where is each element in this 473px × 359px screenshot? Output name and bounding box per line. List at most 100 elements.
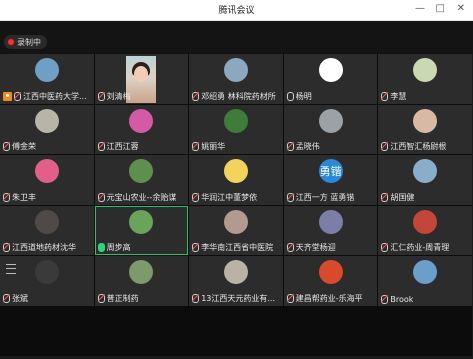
mic-muted-icon	[286, 192, 294, 202]
participant-name: 胡国健	[390, 192, 415, 202]
participant-label: 杨明	[286, 91, 376, 102]
participant-tile[interactable]: 周步高	[94, 205, 189, 255]
building-avatar-icon	[413, 209, 438, 234]
participant-label: 汇仁药业-周青理	[381, 242, 470, 253]
participant-tile[interactable]: 姚丽华	[189, 104, 283, 154]
text-avatar-icon: 勇锴	[318, 159, 343, 183]
mic-muted-icon	[286, 243, 294, 252]
participant-label: 张斌	[3, 293, 92, 304]
mic-icon	[97, 243, 105, 252]
participant-tile[interactable]: 邓绍勇 林科院药材所	[189, 54, 283, 104]
participant-label: 邓绍勇 林科院药材所	[192, 91, 281, 102]
participant-name: 邓绍勇 林科院药材所	[201, 91, 276, 101]
mic-muted-icon	[381, 142, 389, 151]
participant-label: 李慧	[381, 91, 470, 102]
participant-name: 江西江蓉	[106, 142, 139, 151]
participant-label: 朱卫丰	[3, 192, 92, 203]
participant-tile[interactable]: 天齐堂杨迎	[283, 205, 378, 255]
mic-muted-icon	[97, 192, 105, 202]
person-avatar-icon	[34, 209, 59, 234]
cartoon-avatar-icon	[223, 159, 248, 183]
mic-muted-icon	[14, 91, 21, 101]
participant-label: 李华南江西省中医院	[192, 242, 281, 253]
avatar-photo-icon	[34, 58, 59, 82]
building-avatar-icon	[223, 260, 248, 284]
mic-muted-icon	[192, 243, 200, 252]
participant-label: Brook	[381, 294, 470, 304]
participant-tile[interactable]: 汇仁药业-周青理	[378, 205, 472, 255]
participant-tile[interactable]: 江西智汇杨尉根	[378, 104, 472, 154]
participant-label: 周步高	[97, 242, 187, 253]
mic-muted-icon	[97, 293, 105, 303]
landscape-avatar-icon	[318, 108, 343, 133]
mic-muted-icon	[3, 142, 10, 151]
participant-tile[interactable]: 元宝山农业--余贻谋	[94, 155, 189, 205]
participant-label: 江西智汇杨尉根	[381, 141, 470, 152]
participant-name: 李华南江西省中医院	[201, 243, 274, 252]
participant-name: 江西道地药材沈华	[12, 243, 76, 252]
mic-muted-icon	[97, 91, 105, 101]
participant-grid: 江西中医药大学... 刘清梅 邓绍勇 林科院药材所 杨明 李慧傅金荣 江西江蓉 姚丽华 孟晓伟…	[0, 54, 472, 356]
participant-tile[interactable]: 普正制药	[94, 256, 189, 306]
participant-label: 13江西天元药业有...	[192, 293, 281, 304]
close-icon[interactable]: ✕	[457, 3, 465, 15]
participant-tile[interactable]: 江西江蓉	[94, 104, 189, 154]
participant-label: 刘清梅	[97, 91, 187, 102]
participant-name: 李慧	[390, 91, 407, 101]
menu-icon[interactable]	[6, 264, 16, 274]
mic-muted-icon	[381, 91, 389, 101]
mic-muted-icon	[3, 243, 10, 252]
participant-label: 傅金荣	[3, 141, 92, 152]
participant-label: 孟晓伟	[286, 141, 376, 152]
mic-muted-icon	[381, 192, 389, 202]
participant-tile[interactable]: 胡国健	[378, 155, 472, 205]
participant-name: 朱卫丰	[12, 192, 36, 202]
participant-tile[interactable]: 张斌	[0, 256, 94, 306]
mic-muted-icon	[286, 293, 294, 303]
participant-label: 胡国健	[381, 192, 470, 203]
participant-tile[interactable]: 华润江中董梦依	[189, 155, 283, 205]
participant-tile[interactable]: 勇锴 江西一方 蓝勇锴	[283, 155, 378, 205]
participant-tile[interactable]: Brook	[378, 256, 472, 306]
recording-indicator[interactable]: 录制中	[4, 35, 47, 49]
participant-tile[interactable]: 孟晓伟	[283, 104, 378, 154]
participant-label: 姚丽华	[192, 141, 281, 152]
participant-tile[interactable]: 建昌帮药业-乐海平	[283, 256, 378, 306]
participant-tile[interactable]: 江西道地药材沈华	[0, 205, 94, 255]
participant-tile[interactable]: 刘清梅	[94, 54, 189, 104]
participant-name: 孟晓伟	[295, 142, 320, 151]
person-avatar-icon	[34, 260, 59, 284]
participant-name: 杨明	[295, 91, 312, 101]
title-bar: 腾讯会议 — □ ✕	[0, 0, 473, 21]
participant-label: 华润江中董梦依	[192, 192, 281, 203]
flower-avatar-icon	[413, 58, 438, 82]
participant-name: 元宝山农业--余贻谋	[106, 192, 177, 202]
landscape-avatar-icon	[413, 159, 438, 183]
field-avatar-icon	[129, 209, 154, 234]
mic-muted-icon	[192, 293, 200, 303]
mic-muted-icon	[192, 91, 200, 101]
participant-tile[interactable]: 江西中医药大学...	[0, 54, 94, 104]
participant-tile[interactable]: 杨明	[283, 54, 378, 104]
participant-name: 汇仁药业-周青理	[390, 243, 450, 252]
building-avatar-icon	[34, 108, 59, 133]
maximize-icon[interactable]: □	[436, 3, 445, 15]
building-avatar-icon	[129, 260, 154, 284]
record-icon	[8, 39, 14, 45]
flower-avatar-icon	[34, 159, 59, 183]
mic-muted-icon	[97, 142, 105, 151]
recording-label: 录制中	[17, 37, 41, 47]
tree-avatar-icon	[223, 58, 248, 82]
participant-tile[interactable]: 李华南江西省中医院	[189, 205, 283, 255]
minimize-icon[interactable]: —	[415, 3, 425, 15]
participant-tile[interactable]: 朱卫丰	[0, 155, 94, 205]
participant-name: 天齐堂杨迎	[295, 243, 336, 252]
participant-label: 江西江蓉	[97, 141, 187, 152]
participant-tile[interactable]: 李慧	[378, 54, 472, 104]
participant-tile[interactable]: 13江西天元药业有...	[189, 256, 283, 306]
landscape-avatar-icon	[413, 260, 438, 284]
mic-muted-icon	[381, 294, 389, 304]
mic-muted-icon	[381, 243, 389, 252]
participant-tile[interactable]: 傅金荣	[0, 104, 94, 154]
participant-name: 刘清梅	[106, 91, 131, 101]
